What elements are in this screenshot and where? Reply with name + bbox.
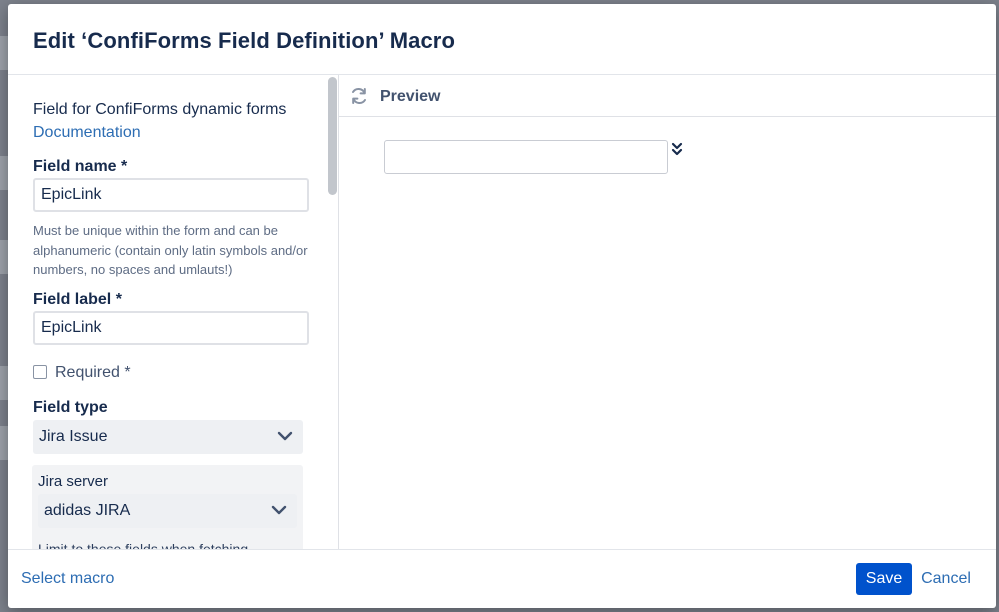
preview-jira-issue-input[interactable] xyxy=(384,140,668,174)
macro-parameters-panel: Field for ConfiForms dynamic forms Docum… xyxy=(8,75,338,549)
required-checkbox-label: Required * xyxy=(55,364,131,381)
preview-divider xyxy=(339,116,996,117)
documentation-link[interactable]: Documentation xyxy=(33,124,141,142)
chevron-down-icon xyxy=(271,494,287,541)
refresh-icon[interactable] xyxy=(349,86,369,106)
field-type-label: Field type xyxy=(33,399,108,416)
preview-title: Preview xyxy=(380,88,441,105)
field-type-selected-value: Jira Issue xyxy=(39,428,108,445)
chevron-down-icon xyxy=(277,420,293,467)
dialog-title: Edit ‘ConfiForms Field Definition’ Macro xyxy=(33,28,456,53)
footer-divider xyxy=(8,549,996,550)
jira-server-label: Jira server xyxy=(38,473,109,490)
panel-divider xyxy=(338,75,339,549)
cancel-button[interactable]: Cancel xyxy=(916,563,976,595)
jira-server-selected-value: adidas JIRA xyxy=(44,502,131,519)
field-name-label: Field name * xyxy=(33,158,128,175)
jira-server-select[interactable]: adidas JIRA xyxy=(38,494,297,528)
macro-description: Field for ConfiForms dynamic forms xyxy=(33,101,287,118)
select-macro-link[interactable]: Select macro xyxy=(21,570,114,588)
required-checkbox[interactable] xyxy=(33,365,47,379)
field-type-select[interactable]: Jira Issue xyxy=(33,420,303,454)
cut-off-field-label: Limit to these fields when fetching xyxy=(38,541,249,549)
save-button[interactable]: Save xyxy=(856,563,912,595)
field-name-input[interactable] xyxy=(33,178,309,212)
field-label-label: Field label * xyxy=(33,291,122,308)
macro-edit-dialog: Edit ‘ConfiForms Field Definition’ Macro… xyxy=(8,4,996,608)
field-label-input[interactable] xyxy=(33,311,309,345)
double-chevron-down-icon[interactable] xyxy=(670,141,684,157)
panel-scrollbar-thumb[interactable] xyxy=(328,77,337,195)
field-name-help-text: Must be unique within the form and can b… xyxy=(33,223,308,277)
